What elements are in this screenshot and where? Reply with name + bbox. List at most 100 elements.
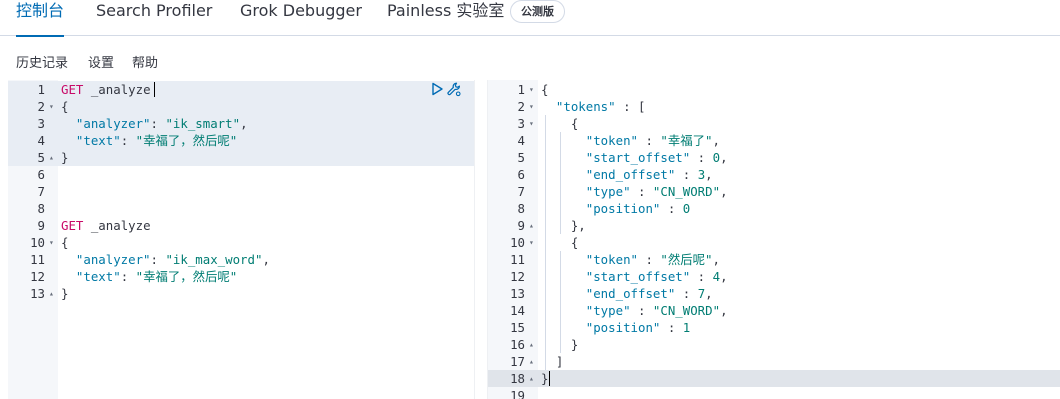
fold-open-icon[interactable]: ▾ — [49, 234, 57, 251]
code-token: "然后呢" — [660, 252, 713, 267]
code-token: "start_offset" — [585, 269, 691, 284]
code-text: { — [541, 81, 548, 98]
code-line: 2 ▾ "tokens" : [ — [488, 98, 1060, 115]
code-line: 7 "type" : "CN_WORD", — [488, 183, 1060, 200]
line-number: 4 — [517, 133, 525, 148]
code-text: { — [541, 234, 578, 251]
code-text: GET _analyze — [61, 81, 151, 98]
fold-open-icon[interactable]: ▾ — [529, 234, 537, 251]
code-text: "token" : "幸福了", — [541, 132, 720, 149]
code-token: : — [150, 116, 166, 131]
line-number: 10 — [30, 235, 45, 250]
code-text: "analyzer": "ik_max_word", — [61, 251, 270, 268]
code-text: GET _analyze — [61, 217, 151, 234]
code-line: 17 ▴ ] — [488, 353, 1060, 370]
code-token: "position" — [585, 201, 661, 216]
line-number: 14 — [510, 303, 525, 318]
code-token: } — [541, 371, 549, 386]
pane-resizer[interactable] — [474, 80, 488, 399]
line-number: 10 — [510, 235, 525, 250]
code-line: 12 "start_offset" : 4, — [488, 268, 1060, 285]
code-token: : — [120, 133, 136, 148]
code-token: : [ — [615, 99, 646, 114]
fold-close-icon[interactable]: ▴ — [529, 217, 537, 234]
line-number: 9 — [517, 218, 525, 233]
line-number: 17 — [510, 354, 525, 369]
tab-painless-lab[interactable]: Painless 实验室 — [387, 0, 504, 36]
line-number: 12 — [510, 269, 525, 284]
code-line: 18 ▴} — [488, 370, 1060, 387]
code-token: : — [675, 286, 698, 301]
code-token: 0 — [712, 150, 721, 165]
fold-close-icon[interactable]: ▴ — [529, 370, 537, 387]
code-token: : — [120, 269, 136, 284]
fold-open-icon[interactable]: ▾ — [529, 81, 537, 98]
tab-grok-debugger[interactable]: Grok Debugger — [240, 0, 362, 36]
code-text: } — [61, 149, 68, 166]
code-line: 16 ▴ } — [488, 336, 1060, 353]
play-icon[interactable] — [429, 81, 445, 97]
fold-open-icon[interactable]: ▾ — [49, 98, 57, 115]
code-token: , — [720, 269, 728, 284]
wrench-icon[interactable] — [446, 81, 462, 97]
line-number: 1 — [37, 82, 45, 97]
code-token: { — [61, 99, 69, 114]
line-number: 11 — [510, 252, 525, 267]
line-number: 9 — [37, 218, 45, 233]
code-token: _analyze — [83, 82, 151, 97]
code-token: , — [705, 167, 713, 182]
code-line: 8 "position" : 0 — [488, 200, 1060, 217]
code-token: "text" — [75, 269, 121, 284]
history-link[interactable]: 历史记录 — [16, 52, 68, 71]
help-link[interactable]: 帮助 — [132, 52, 158, 71]
request-editor[interactable]: 1 GET _analyze 2 ▾{3 "analyzer": "ik_smart"… — [8, 80, 474, 399]
line-number: 12 — [30, 269, 45, 284]
indent-guide — [545, 115, 546, 370]
code-text: "type" : "CN_WORD", — [541, 302, 728, 319]
code-text: { — [61, 234, 68, 251]
settings-link[interactable]: 设置 — [88, 52, 114, 71]
fold-open-icon[interactable]: ▾ — [529, 98, 537, 115]
fold-close-icon[interactable]: ▴ — [529, 353, 537, 370]
code-line: 11 "analyzer": "ik_max_word", — [8, 251, 474, 268]
code-token: "analyzer" — [75, 252, 151, 267]
code-token: : — [150, 252, 166, 267]
code-line: 10 ▾ { — [488, 234, 1060, 251]
code-text: "analyzer": "ik_smart", — [61, 115, 248, 132]
code-token: "tokens" — [555, 99, 616, 114]
code-token: , — [712, 252, 720, 267]
code-line: 9 ▴ }, — [488, 217, 1060, 234]
tab-console[interactable]: 控制台 — [16, 0, 65, 37]
fold-open-icon[interactable]: ▾ — [529, 115, 537, 132]
line-number: 2 — [517, 99, 525, 114]
code-text: "text": "幸福了，然后呢" — [61, 132, 237, 149]
code-token: } — [61, 286, 69, 301]
code-line: 14 "type" : "CN_WORD", — [488, 302, 1060, 319]
code-token: "幸福了" — [660, 133, 713, 148]
fold-close-icon[interactable]: ▴ — [49, 149, 57, 166]
code-token: "token" — [585, 133, 638, 148]
line-number: 4 — [37, 133, 45, 148]
text-cursor — [154, 82, 155, 97]
tab-search-profiler[interactable]: Search Profiler — [96, 0, 212, 36]
code-token: : — [660, 201, 683, 216]
code-token: "type" — [585, 184, 631, 199]
line-number: 6 — [517, 167, 525, 182]
code-token: , — [720, 303, 728, 318]
code-line: 7 — [8, 183, 474, 200]
code-token: { — [541, 82, 549, 97]
code-token: , — [712, 133, 720, 148]
code-line: 9 GET _analyze — [8, 217, 474, 234]
response-viewer: 1 ▾{2 ▾ "tokens" : [3 ▾ {4 "token" : "幸福了",… — [488, 80, 1060, 399]
fold-close-icon[interactable]: ▴ — [49, 285, 57, 302]
fold-close-icon[interactable]: ▴ — [529, 336, 537, 353]
